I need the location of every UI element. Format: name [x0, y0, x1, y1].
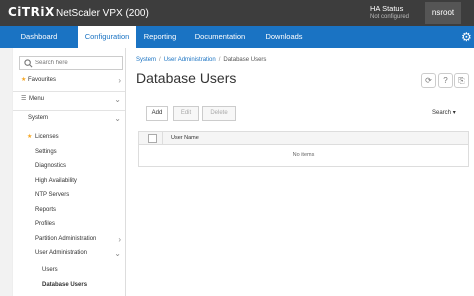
sidebar-item-label: Reports	[35, 207, 57, 213]
export-icon[interactable]: ⎘	[454, 73, 469, 88]
sidebar-item-ntp-servers[interactable]: NTP Servers	[13, 188, 125, 203]
ha-status-title: HA Status	[370, 4, 404, 13]
sidebar-item-settings[interactable]: Settings	[13, 145, 125, 160]
sidebar-item-high-availability[interactable]: High Availability	[13, 174, 125, 189]
sidebar-item-database-users[interactable]: Database Users	[13, 278, 125, 293]
user-menu-button[interactable]: nsroot	[425, 2, 461, 24]
left-edge-strip	[0, 48, 12, 296]
sidebar-item-users[interactable]: Users	[13, 263, 125, 278]
sidebar-item-label: NTP Servers	[35, 192, 70, 198]
citrix-logo: CiTRiX	[8, 5, 55, 19]
sidebar-item-profiles[interactable]: Profiles	[13, 217, 125, 232]
sidebar-item-menu[interactable]: ☰ Menu ⌄	[13, 92, 125, 107]
sidebar-item-label: User Administration	[35, 250, 88, 256]
chevron-down-icon: ⌄	[114, 114, 121, 123]
breadcrumb-system[interactable]: System	[136, 57, 156, 63]
chevron-right-icon: ›	[118, 76, 121, 85]
sidebar-item-label: Database Users	[42, 282, 88, 288]
main-nav: Dashboard Configuration Reporting Docume…	[0, 26, 474, 48]
menu-icon: ☰	[21, 96, 27, 102]
tab-dashboard[interactable]: Dashboard	[0, 26, 78, 48]
edit-button[interactable]: Edit	[173, 106, 199, 121]
sidebar-item-label: Profiles	[35, 221, 56, 227]
sidebar-item-licenses[interactable]: ★ Licenses	[13, 130, 125, 145]
users-table: User Name No items	[138, 131, 469, 167]
table-header: User Name	[139, 132, 468, 145]
empty-table-message: No items	[292, 152, 315, 158]
sidebar-item-diagnostics[interactable]: Diagnostics	[13, 159, 125, 174]
chevron-down-icon: ⌄	[114, 249, 121, 258]
select-all-checkbox[interactable]	[148, 134, 157, 143]
column-header-user-name[interactable]: User Name	[171, 132, 199, 144]
add-button[interactable]: Add	[146, 106, 168, 121]
user-name: nsroot	[431, 8, 455, 17]
chevron-down-icon: ⌄	[114, 95, 121, 104]
sidebar-item-label: High Availability	[35, 178, 77, 184]
page-title: Database Users	[136, 70, 237, 86]
sidebar-item-label: Favourites	[28, 77, 57, 83]
sidebar-item-favourites[interactable]: ★ Favourites ›	[13, 73, 125, 88]
delete-button[interactable]: Delete	[202, 106, 236, 121]
sidebar-item-label: System	[28, 115, 49, 121]
breadcrumb-user-administration[interactable]: User Administration	[164, 57, 216, 63]
product-name: NetScaler VPX (200)	[56, 8, 149, 19]
sidebar-item-label: Settings	[35, 149, 57, 155]
ha-status-value: Not configured	[370, 14, 410, 20]
refresh-icon[interactable]: ⟳	[421, 73, 436, 88]
sidebar-item-label: Menu	[29, 96, 45, 102]
star-icon: ★	[21, 77, 27, 83]
sidebar-item-system[interactable]: System ⌄	[13, 111, 125, 126]
sidebar-item-user-administration[interactable]: User Administration ⌄	[13, 246, 125, 261]
chevron-right-icon: ›	[118, 235, 121, 244]
sidebar-item-label: Users	[42, 267, 58, 273]
sidebar-search-input[interactable]	[20, 57, 125, 69]
tab-reporting[interactable]: Reporting	[136, 26, 184, 48]
breadcrumb-current: Database Users	[223, 57, 267, 63]
sidebar-item-partition-administration[interactable]: Partition Administration ›	[13, 232, 125, 247]
sidebar-item-label: Partition Administration	[35, 236, 97, 242]
sidebar-item-label: Licenses	[35, 134, 59, 140]
breadcrumb: System / User Administration / Database User…	[136, 57, 266, 63]
sidebar-item-label: Diagnostics	[35, 163, 67, 169]
tab-documentation[interactable]: Documentation	[186, 26, 254, 48]
breadcrumb-separator: /	[218, 57, 221, 63]
tab-configuration[interactable]: Configuration	[78, 26, 136, 48]
breadcrumb-separator: /	[159, 57, 161, 63]
sidebar-search	[19, 56, 125, 70]
star-icon: ★	[27, 134, 33, 140]
top-bar: CiTRiX NetScaler VPX (200) HA Status Not…	[0, 0, 474, 26]
caret-down-icon: ▾	[452, 110, 456, 116]
gear-icon[interactable]: ⚙	[461, 30, 472, 44]
tab-downloads[interactable]: Downloads	[258, 26, 310, 48]
search-dropdown-label: Search	[432, 110, 452, 116]
sidebar-item-reports[interactable]: Reports	[13, 203, 125, 218]
help-icon[interactable]: ?	[438, 73, 453, 88]
column-divider	[162, 132, 163, 144]
ha-status[interactable]: HA Status Not configured	[370, 4, 409, 22]
search-dropdown[interactable]: Search ▾	[432, 109, 456, 116]
sidebar: ★ Favourites › ☰ Menu ⌄ System ⌄ ★ Licen…	[12, 48, 126, 296]
